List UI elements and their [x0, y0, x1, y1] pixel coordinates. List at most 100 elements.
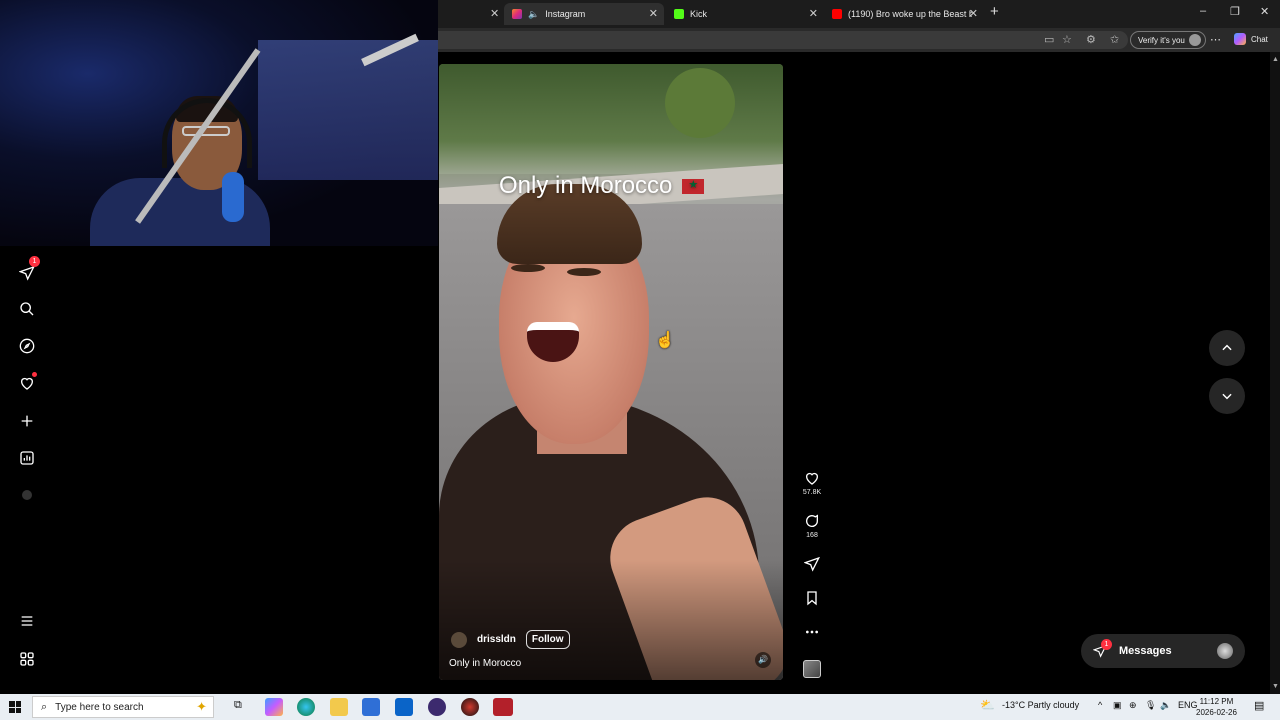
- tab-instagram[interactable]: 🔈 Instagram ✕: [504, 3, 664, 25]
- profile-nav[interactable]: [16, 484, 38, 506]
- previous-reel-button[interactable]: [1209, 330, 1245, 366]
- reel-author: drissldn Follow: [451, 630, 570, 649]
- notifications-nav[interactable]: 1: [16, 256, 40, 284]
- language-indicator[interactable]: ENG: [1178, 700, 1198, 710]
- send-icon: [19, 265, 35, 281]
- heart-icon: [21, 377, 33, 390]
- create-nav[interactable]: [16, 410, 38, 432]
- share-action[interactable]: [796, 556, 828, 572]
- also-from-meta-nav[interactable]: [16, 648, 38, 670]
- windows-start-icon[interactable]: [9, 701, 21, 713]
- webcam-microphone: [222, 172, 244, 222]
- more-nav[interactable]: [16, 610, 38, 632]
- page-scrollbar[interactable]: ▲ ▼: [1270, 52, 1280, 694]
- copilot-icon: [1234, 33, 1246, 45]
- hand-cursor-icon: ☝: [655, 332, 675, 349]
- taskbar-clock[interactable]: 11:12 PM 2026-02-26: [1196, 696, 1237, 718]
- speaker-icon: 🔈: [528, 8, 540, 19]
- copilot-chat-button[interactable]: Chat: [1234, 33, 1268, 45]
- tab-label: (1190) Bro woke up the Beast by n: [848, 9, 972, 19]
- store-icon[interactable]: [362, 698, 380, 716]
- like-count: 57.8K: [802, 489, 822, 496]
- notification-badge: 1: [29, 256, 40, 267]
- close-window-icon[interactable]: ✕: [1260, 5, 1269, 18]
- outlook-icon[interactable]: [395, 698, 413, 716]
- volume-icon[interactable]: 🔈: [1160, 700, 1171, 711]
- close-tab-icon[interactable]: ✕: [809, 7, 818, 20]
- search-nav[interactable]: [16, 298, 38, 320]
- minimize-icon[interactable]: –: [1200, 5, 1206, 17]
- webcam-overlay: [0, 0, 438, 246]
- video-trees: [439, 64, 783, 174]
- obs-icon[interactable]: [428, 698, 446, 716]
- microphone-icon[interactable]: 🎙: [1145, 700, 1156, 711]
- save-action[interactable]: [796, 590, 828, 606]
- overlay-text: Only in Morocco: [499, 172, 673, 199]
- more-dots-icon: [806, 630, 818, 634]
- edge-taskbar-icon[interactable]: [297, 698, 315, 716]
- chrome-icon[interactable]: [461, 698, 479, 716]
- like-action[interactable]: 57.8K: [796, 470, 828, 496]
- activity-nav[interactable]: [16, 372, 38, 394]
- file-explorer-icon[interactable]: [330, 698, 348, 716]
- close-tab-icon[interactable]: ✕: [969, 7, 978, 20]
- dashboard-nav[interactable]: [16, 447, 38, 469]
- compass-icon: [19, 338, 35, 354]
- webcam-headset: [162, 98, 252, 168]
- chat-label: Chat: [1251, 34, 1268, 44]
- more-menu-icon[interactable]: ⋯: [1210, 33, 1221, 46]
- favorite-star-icon[interactable]: ☆: [1062, 33, 1072, 46]
- messages-button[interactable]: 1 Messages: [1081, 634, 1245, 668]
- comment-icon: [806, 514, 819, 527]
- taskbar-search[interactable]: ⌕ Type here to search ✦: [32, 696, 214, 718]
- video-editor-icon[interactable]: [493, 698, 513, 716]
- messages-badge: 1: [1101, 639, 1112, 650]
- extensions-icon[interactable]: ⚙: [1086, 33, 1096, 46]
- weather-icon: ⛅: [980, 698, 995, 712]
- reel-caption: Only in Morocco: [449, 658, 522, 669]
- next-reel-button[interactable]: [1209, 378, 1245, 414]
- search-icon: ⌕: [41, 700, 48, 713]
- weather-text[interactable]: -13°C Partly cloudy: [1002, 700, 1079, 710]
- task-view-icon[interactable]: ⧉: [234, 699, 242, 712]
- comment-action[interactable]: 168: [796, 513, 828, 539]
- kick-favicon-icon: [674, 9, 684, 19]
- scroll-up-icon[interactable]: ▲: [1272, 56, 1279, 63]
- mute-toggle-icon[interactable]: 🔊: [755, 652, 771, 668]
- bookmark-icon: [807, 591, 817, 606]
- notifications-icon[interactable]: ▤: [1254, 699, 1264, 712]
- apps-grid-icon: [20, 652, 34, 666]
- tab-kick[interactable]: Kick ✕: [666, 3, 824, 25]
- clock-time: 11:12 PM: [1199, 697, 1234, 706]
- scroll-down-icon[interactable]: ▼: [1272, 683, 1279, 690]
- network-icon[interactable]: ⊕: [1129, 700, 1137, 711]
- instagram-sidebar: 1: [0, 246, 54, 694]
- meet-icon[interactable]: ▣: [1113, 700, 1122, 711]
- plus-icon: [21, 415, 33, 427]
- tray-chevron-up-icon[interactable]: ^: [1098, 700, 1102, 710]
- copilot-taskbar-icon[interactable]: [265, 698, 283, 716]
- audio-thumbnail[interactable]: [803, 660, 821, 678]
- author-username[interactable]: drissldn: [477, 634, 516, 645]
- close-tab-icon[interactable]: ✕: [649, 7, 658, 20]
- youtube-favicon-icon: [832, 9, 842, 19]
- follow-button[interactable]: Follow: [525, 630, 570, 649]
- video-eye: [567, 268, 601, 276]
- morocco-flag-icon: [682, 178, 705, 194]
- verify-profile-button[interactable]: Verify it's you: [1130, 31, 1206, 49]
- explore-nav[interactable]: [16, 335, 38, 357]
- close-tab-icon[interactable]: ✕: [490, 7, 499, 20]
- author-avatar[interactable]: [451, 631, 467, 648]
- restore-icon[interactable]: ❐: [1230, 5, 1240, 18]
- split-screen-icon[interactable]: ▭: [1044, 33, 1054, 46]
- more-options-action[interactable]: [796, 624, 828, 640]
- tab-youtube[interactable]: (1190) Bro woke up the Beast by n ✕: [824, 3, 984, 25]
- new-tab-icon[interactable]: +: [990, 3, 999, 20]
- favorites-icon[interactable]: ✩: [1110, 33, 1119, 46]
- reel-video[interactable]: Only in Morocco drissldn Follow Only in …: [439, 64, 783, 680]
- webcam-wall: [258, 40, 438, 180]
- search-icon: [20, 302, 34, 316]
- heart-icon: [806, 472, 818, 485]
- video-overlay-text: Only in Morocco: [499, 172, 705, 200]
- address-bar[interactable]: ▭ ☆ ⚙ ✩: [438, 31, 1128, 49]
